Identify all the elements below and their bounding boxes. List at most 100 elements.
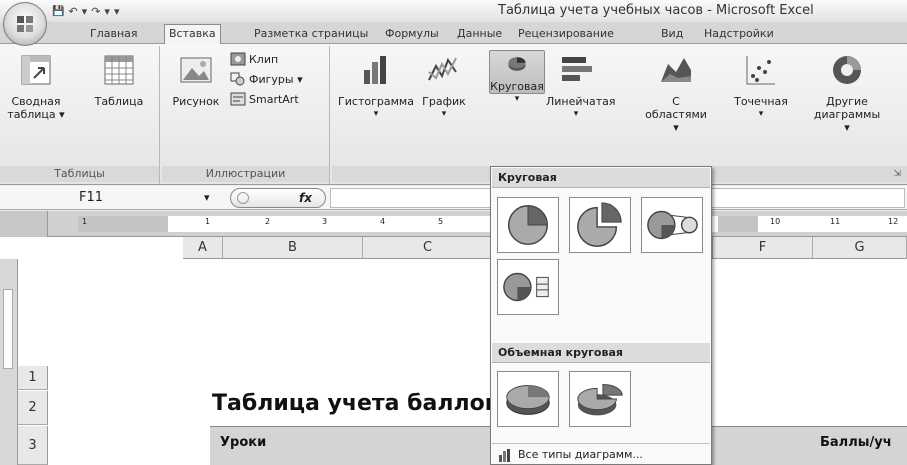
table-button[interactable]: Таблица xyxy=(84,52,154,108)
picture-button[interactable]: Рисунок xyxy=(168,52,224,108)
window-title: Таблица учета учебных часов - Microsoft … xyxy=(498,3,814,18)
quick-access-toolbar: 💾 ↶ ▾ ↷ ▾ ▾ xyxy=(52,3,119,20)
pie-3d-icon xyxy=(506,385,550,415)
save-icon[interactable]: 💾 xyxy=(52,6,64,17)
ruler-label: 5 xyxy=(438,217,444,226)
ruler-label: 11 xyxy=(830,217,841,226)
scatter-chart-button[interactable]: Точечная ▾ xyxy=(734,52,788,121)
tab-review[interactable]: Рецензирование xyxy=(514,25,618,44)
cancel-circle-icon xyxy=(237,192,249,204)
all-chart-types-button[interactable]: Все типы диаграмм... xyxy=(492,443,710,465)
clip-label: Клип xyxy=(249,52,279,66)
pivot-table-icon xyxy=(21,55,51,85)
exploded-pie-3d-icon xyxy=(577,384,623,416)
title-bar: 💾 ↶ ▾ ↷ ▾ ▾ Таблица учета учебных часов … xyxy=(0,0,907,22)
ruler-label: 1 xyxy=(82,217,88,226)
group-charts: Гистограмма ▾ График ▾ Круговая ▾ Линейч… xyxy=(332,46,907,184)
dialog-launcher-icon[interactable]: ⇲ xyxy=(893,166,901,182)
histogram-dropdown-icon: ▾ xyxy=(373,109,379,119)
column-header-b[interactable]: B xyxy=(223,237,363,259)
ruler-label: 3 xyxy=(322,217,328,226)
all-chart-types-label: Все типы диаграмм... xyxy=(518,448,643,461)
column-header-c[interactable]: C xyxy=(363,237,493,259)
smartart-label: SmartArt xyxy=(249,92,299,106)
pivot-table-button[interactable]: Сводная таблица ▾ xyxy=(4,52,68,121)
column-chart-icon xyxy=(364,56,386,84)
worksheet: 1 1 2 3 4 5 10 11 12 A B C F G 1 2 3 Таб… xyxy=(0,211,907,465)
tab-view[interactable]: Вид xyxy=(657,25,687,44)
bar-of-pie-option[interactable] xyxy=(497,259,559,315)
pivot-table-label: Сводная таблица ▾ xyxy=(7,95,65,121)
undo-dropdown-icon[interactable]: ▾ xyxy=(82,5,88,18)
smartart-button[interactable]: SmartArt xyxy=(230,92,299,106)
column-header-g[interactable]: G xyxy=(813,237,907,259)
line-chart-label: График xyxy=(422,95,466,108)
pie-chart-option[interactable] xyxy=(497,197,559,253)
doughnut-chart-icon xyxy=(833,56,861,84)
office-button[interactable] xyxy=(3,2,47,46)
pie-chart-button[interactable]: Круговая ▾ xyxy=(489,50,545,104)
scatter-chart-label: Точечная xyxy=(734,95,788,108)
pie-chart-label: Круговая xyxy=(490,80,544,93)
pie-chart-dropdown-icon: ▾ xyxy=(514,94,520,104)
shapes-icon xyxy=(230,72,245,86)
bar-chart-dropdown-icon: ▾ xyxy=(573,109,579,119)
redo-icon[interactable]: ↷ xyxy=(91,5,100,18)
picture-icon xyxy=(180,57,212,83)
name-box-dropdown-icon[interactable]: ▾ xyxy=(204,188,210,208)
gallery-section-pie: Круговая xyxy=(492,168,710,188)
line-chart-button[interactable]: График ▾ xyxy=(422,52,466,121)
insert-function-button[interactable]: fx xyxy=(230,188,326,208)
ruler-label: 4 xyxy=(380,217,386,226)
tab-home[interactable]: Главная xyxy=(86,25,142,44)
exploded-pie-option[interactable] xyxy=(569,197,631,253)
other-charts-button[interactable]: Другие диаграммы ▾ xyxy=(812,52,882,134)
row-header-2[interactable]: 2 xyxy=(18,391,48,425)
group-tables: Сводная таблица ▾ Таблица Таблицы xyxy=(0,46,160,184)
office-logo-icon xyxy=(17,16,33,32)
pie-of-pie-option[interactable] xyxy=(641,197,703,253)
shapes-button[interactable]: Фигуры ▾ xyxy=(230,72,303,86)
table-label: Таблица xyxy=(94,95,144,108)
exploded-pie-icon xyxy=(577,202,622,247)
histogram-button[interactable]: Гистограмма ▾ xyxy=(336,52,416,121)
tab-page-layout[interactable]: Разметка страницы xyxy=(250,25,372,44)
tab-addins[interactable]: Надстройки xyxy=(700,25,778,44)
exploded-pie-3d-option[interactable] xyxy=(569,371,631,427)
bar-of-pie-icon xyxy=(503,272,549,302)
customize-qat-icon[interactable]: ▾ xyxy=(114,5,120,18)
other-charts-label: Другие диаграммы ▾ xyxy=(813,95,881,134)
row-header-3[interactable]: 3 xyxy=(18,426,48,465)
formula-bar: F11 ▾ fx xyxy=(0,186,907,210)
tab-insert[interactable]: Вставка xyxy=(164,24,221,45)
bar-chart-button[interactable]: Линейчатая ▾ xyxy=(546,52,616,121)
tab-data[interactable]: Данные xyxy=(453,25,506,44)
ruler-label: 10 xyxy=(770,217,781,226)
area-chart-button[interactable]: С областями ▾ xyxy=(644,52,708,134)
picture-label: Рисунок xyxy=(172,95,220,108)
select-all-corner[interactable] xyxy=(0,211,48,237)
header-lessons[interactable]: Уроки xyxy=(220,435,266,450)
clip-button[interactable]: Клип xyxy=(230,52,278,66)
pie-3d-option[interactable] xyxy=(497,371,559,427)
column-header-f[interactable]: F xyxy=(713,237,813,259)
name-box[interactable]: F11 ▾ xyxy=(4,188,224,208)
scatter-chart-dropdown-icon: ▾ xyxy=(758,109,764,119)
group-label-tables: Таблицы xyxy=(0,166,159,182)
row-header-1[interactable]: 1 xyxy=(18,366,48,390)
gallery-section-3d-pie: Объемная круговая xyxy=(492,343,710,363)
group-illustrations: Рисунок Клип Фигуры ▾ SmartArt Иллюстрац… xyxy=(162,46,330,184)
undo-icon[interactable]: ↶ xyxy=(68,5,77,18)
vertical-ruler xyxy=(0,259,18,465)
header-points[interactable]: Баллы/уч xyxy=(820,435,892,450)
tab-formulas[interactable]: Формулы xyxy=(381,25,443,44)
pie-icon xyxy=(507,204,549,246)
line-chart-dropdown-icon: ▾ xyxy=(441,109,447,119)
shapes-label: Фигуры ▾ xyxy=(249,72,303,86)
ribbon-tabs: Главная Вставка Разметка страницы Формул… xyxy=(0,22,907,45)
smartart-icon xyxy=(230,92,246,106)
redo-dropdown-icon[interactable]: ▾ xyxy=(104,5,110,18)
column-header-a[interactable]: A xyxy=(183,237,223,259)
table-icon xyxy=(104,55,134,85)
ruler-label: 2 xyxy=(265,217,271,226)
